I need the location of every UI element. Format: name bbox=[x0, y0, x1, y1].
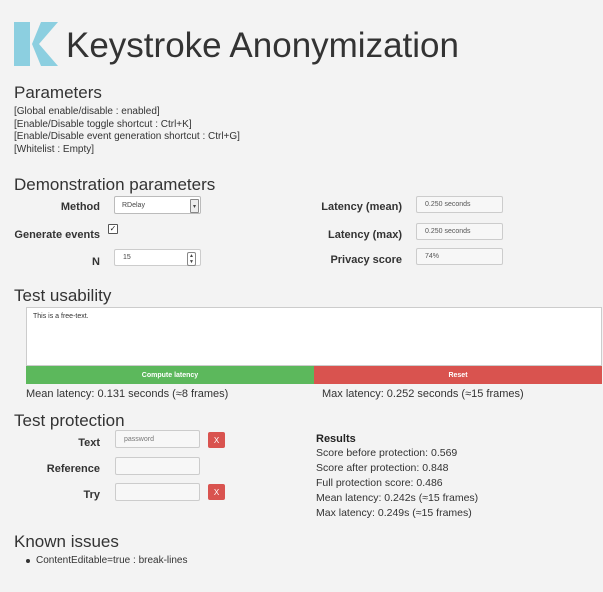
latency-max-label: Latency (max) bbox=[328, 229, 402, 241]
mean-latency-text: Mean latency: 0.131 seconds (≈8 frames) bbox=[26, 388, 229, 400]
free-text-area[interactable]: This is a free-text. bbox=[26, 307, 602, 366]
generate-events-label: Generate events bbox=[14, 229, 100, 241]
latency-max-field: 0.250 seconds bbox=[416, 223, 503, 240]
n-stepper[interactable]: 15 ▲ ▼ bbox=[114, 249, 201, 266]
privacy-score-field: 74% bbox=[416, 248, 503, 265]
protection-heading: Test protection bbox=[14, 411, 125, 430]
clear-try-button[interactable]: X bbox=[208, 484, 225, 500]
latency-mean-field: 0.250 seconds bbox=[416, 196, 503, 213]
page-title: Keystroke Anonymization bbox=[66, 26, 459, 65]
parameter-line: [Whitelist : Empty] bbox=[14, 143, 95, 155]
generate-events-checkbox[interactable]: ✓ bbox=[108, 224, 118, 234]
results-heading: Results bbox=[316, 433, 356, 445]
usability-heading: Test usability bbox=[14, 286, 112, 305]
clear-text-button[interactable]: X bbox=[208, 432, 225, 448]
compute-latency-button[interactable]: Compute latency bbox=[26, 366, 314, 384]
latency-mean-label: Latency (mean) bbox=[321, 201, 402, 213]
list-item: ContentEditable=true : break-lines bbox=[26, 555, 187, 566]
max-latency-text: Max latency: 0.252 seconds (≈15 frames) bbox=[322, 388, 524, 400]
known-issue-text: ContentEditable=true : break-lines bbox=[36, 555, 188, 566]
method-select[interactable]: RDelay ▾ bbox=[114, 196, 201, 214]
parameters-list: [Global enable/disable : enabled] [Enabl… bbox=[14, 106, 240, 156]
n-value: 15 bbox=[123, 254, 131, 261]
try-label: Try bbox=[83, 489, 100, 501]
method-label: Method bbox=[60, 201, 100, 213]
reference-label: Reference bbox=[46, 463, 100, 475]
text-label: Text bbox=[78, 437, 100, 449]
result-line: Score after protection: 0.848 bbox=[316, 462, 449, 474]
parameter-line: [Enable/Disable event generation shortcu… bbox=[14, 131, 240, 142]
try-input[interactable] bbox=[115, 483, 200, 501]
text-input[interactable]: password bbox=[115, 430, 200, 448]
reference-input[interactable] bbox=[115, 457, 200, 475]
result-line: Mean latency: 0.242s (≈15 frames) bbox=[316, 492, 479, 504]
chevron-down-icon: ▾ bbox=[190, 199, 199, 213]
result-line: Full protection score: 0.486 bbox=[316, 477, 443, 489]
parameter-line: [Global enable/disable : enabled] bbox=[14, 106, 160, 117]
n-label: N bbox=[92, 256, 100, 268]
reset-button[interactable]: Reset bbox=[314, 366, 602, 384]
result-line: Score before protection: 0.569 bbox=[316, 447, 458, 459]
logo-k-icon bbox=[14, 22, 58, 66]
result-line: Max latency: 0.249s (≈15 frames) bbox=[316, 507, 472, 519]
known-issues-heading: Known issues bbox=[14, 532, 119, 551]
results-list: Score before protection: 0.569 Score aft… bbox=[316, 446, 478, 521]
parameters-heading: Parameters bbox=[14, 83, 102, 102]
method-select-value: RDelay bbox=[122, 201, 145, 209]
parameter-line: [Enable/Disable toggle shortcut : Ctrl+K… bbox=[14, 118, 192, 130]
spinner-icon[interactable]: ▲ ▼ bbox=[187, 252, 196, 266]
privacy-score-label: Privacy score bbox=[330, 254, 402, 266]
bullet-icon bbox=[26, 558, 30, 563]
demo-heading: Demonstration parameters bbox=[14, 175, 216, 194]
